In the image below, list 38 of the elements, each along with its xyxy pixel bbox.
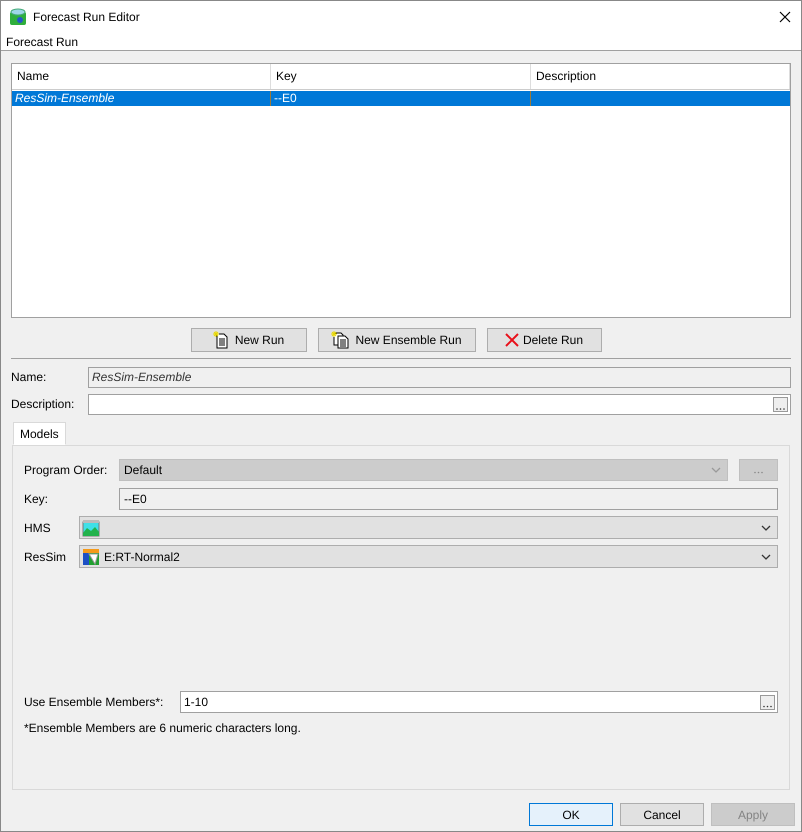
field-label: Description: <box>11 396 76 413</box>
menu-item[interactable]: Forecast Run <box>6 32 78 50</box>
dropdown-caret-icon <box>761 554 771 560</box>
field-label: Name: <box>11 369 48 386</box>
dialog-button[interactable]: Cancel <box>620 803 704 826</box>
ellipsis-icon <box>763 704 772 708</box>
field-label: ResSim <box>24 548 68 566</box>
browse-button[interactable] <box>773 396 788 412</box>
ressim-dropdown[interactable]: E:RT-Normal2 <box>79 545 778 568</box>
documents-icon <box>331 331 352 349</box>
table-row[interactable]: ResSim-Ensemble --E0 <box>12 91 790 106</box>
table-cell: ResSim-Ensemble <box>12 91 271 106</box>
browse-button[interactable] <box>760 694 775 710</box>
map-icon <box>9 8 27 26</box>
note-text: *Ensemble Members are 6 numeric characters long. <box>24 720 302 737</box>
window-title: Forecast Run Editor <box>33 9 140 26</box>
field-label: Program Order: <box>24 462 108 479</box>
field-label: Use Ensemble Members*: <box>24 694 164 711</box>
description-field[interactable] <box>88 394 791 414</box>
field-label: Key: <box>24 491 50 508</box>
run-button[interactable]: New Ensemble Run <box>318 328 476 352</box>
ensemble-members-field[interactable]: 1-10 <box>180 691 778 713</box>
hms-dropdown[interactable] <box>79 516 778 539</box>
close-icon[interactable] <box>779 11 791 23</box>
dropdown-caret-icon <box>711 467 721 473</box>
reservoir-icon <box>82 548 100 566</box>
field-label: HMS <box>24 520 52 536</box>
run-button[interactable]: New Run <box>190 328 306 352</box>
key-field[interactable]: --E0 <box>119 488 778 510</box>
dialog-button[interactable]: OK <box>529 803 613 826</box>
ellipsis-icon <box>776 406 785 410</box>
ellipsis-icon <box>754 470 763 475</box>
run-button[interactable]: Delete Run <box>486 328 602 352</box>
delete-icon <box>504 333 519 347</box>
dropdown-caret-icon <box>761 524 771 530</box>
tab[interactable]: Models <box>13 422 66 445</box>
table-cell: --E0 <box>271 91 531 106</box>
landscape-icon <box>82 518 100 536</box>
